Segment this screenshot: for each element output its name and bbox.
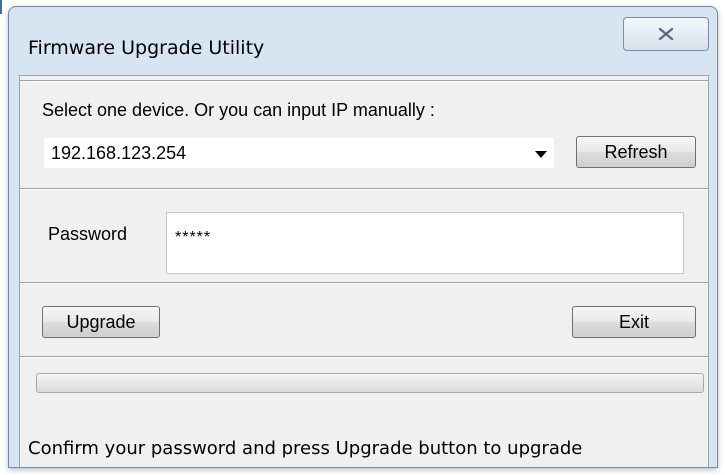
status-message: Confirm your password and press Upgrade … [28,438,583,459]
upgrade-button[interactable]: Upgrade [42,306,160,338]
device-ip-value: 192.168.123.254 [51,143,187,163]
close-icon [658,27,674,41]
password-label: Password [48,224,128,244]
top-divider [20,80,708,82]
password-divider [20,282,708,284]
actions-divider [20,356,708,358]
desktop-edge [0,0,2,14]
firmware-upgrade-window: Firmware Upgrade Utility Select one devi… [8,6,718,468]
device-divider [20,188,708,190]
password-field[interactable]: ***** [166,212,684,274]
upgrade-progress-bar [36,373,704,393]
dialog-body: Select one device. Or you can input IP m… [19,75,709,467]
password-value: ***** [175,229,212,246]
refresh-button[interactable]: Refresh [576,136,696,168]
device-ip-combobox[interactable]: 192.168.123.254 [44,138,554,168]
window-title: Firmware Upgrade Utility [28,37,265,59]
device-prompt-label: Select one device. Or you can input IP m… [42,100,435,120]
chevron-down-icon[interactable] [535,151,547,158]
close-button[interactable] [623,17,709,51]
exit-button[interactable]: Exit [572,306,696,338]
